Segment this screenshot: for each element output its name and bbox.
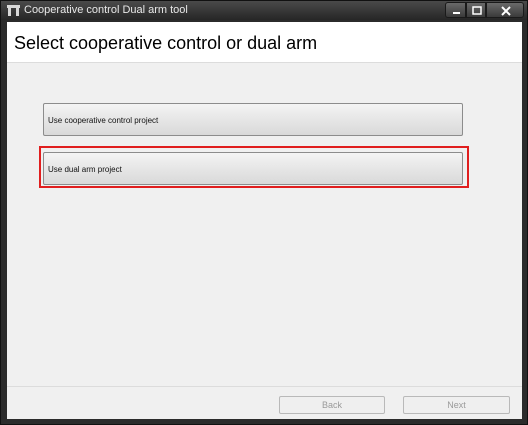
wizard-page: Select cooperative control or dual arm U… [7,22,522,419]
selection-highlight [39,146,469,188]
app-icon [7,5,20,16]
page-title: Select cooperative control or dual arm [14,33,318,53]
next-label: Next [447,400,466,410]
maximize-button[interactable] [466,2,486,18]
title-bar[interactable]: Cooperative control Dual arm tool [1,1,527,20]
page-header: Select cooperative control or dual arm [7,22,522,63]
minimize-button[interactable] [445,2,466,18]
close-icon [501,6,511,16]
back-button[interactable]: Back [279,396,385,414]
close-button[interactable] [486,2,524,18]
use-cooperative-control-label: Use cooperative control project [48,116,159,125]
maximize-icon [472,6,482,15]
minimize-icon [453,12,460,14]
next-button[interactable]: Next [403,396,510,414]
window-title: Cooperative control Dual arm tool [24,4,188,16]
app-window: Cooperative control Dual arm tool Select… [0,0,528,425]
back-label: Back [321,400,342,410]
footer-divider [7,386,522,387]
use-cooperative-control-button[interactable]: Use cooperative control project [43,103,463,136]
